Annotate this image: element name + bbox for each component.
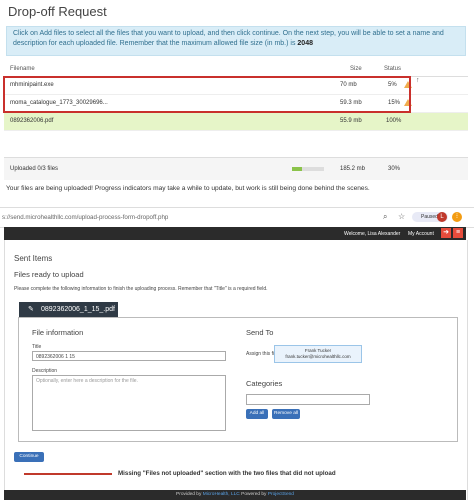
avatar[interactable]: L [437, 212, 447, 222]
zoom-icon[interactable]: ⌕ [383, 212, 387, 222]
star-icon[interactable]: ☆ [398, 212, 405, 221]
hamburger-icon[interactable]: ≡ [453, 228, 463, 238]
recipient-email: frank.tucker@microhealthllc.com [285, 354, 351, 359]
uploaded-count: Uploaded 0/3 files [10, 166, 59, 172]
description-textarea[interactable]: Optionally, enter here a description for… [32, 375, 226, 431]
failed-files-highlight [3, 76, 411, 113]
browser-bar: s://send.microhealthllc.com/upload-proce… [0, 207, 474, 228]
page-footer: Provided by MicroHealth, LLC Powered by … [4, 490, 466, 500]
continue-button[interactable]: Continue [14, 452, 44, 462]
section-title: Sent Items [14, 254, 53, 263]
page-title: Drop-off Request [8, 4, 107, 19]
subsection-title: Files ready to upload [14, 270, 84, 279]
file-tab-label: 0892362006_1_15_.pdf [41, 306, 115, 313]
file-info-heading: File information [32, 328, 84, 337]
send-to-heading: Send To [246, 328, 274, 337]
upload-message: Your files are being uploaded! Progress … [6, 185, 370, 192]
file-tab[interactable]: ✎ 0892362006_1_15_.pdf [19, 302, 118, 317]
arrow-up-icon: ↑ [416, 77, 420, 84]
recipient-chip[interactable]: Frank Tucker frank.tucker@microhealthllc… [274, 345, 362, 363]
categories-heading: Categories [246, 379, 283, 388]
table-footer: Uploaded 0/3 files 185.2 mb 30% [4, 157, 468, 180]
total-status: 30% [388, 166, 401, 172]
my-account-link[interactable]: My Account [408, 231, 434, 237]
logout-icon[interactable]: ➜ [441, 228, 451, 238]
footer-company-link[interactable]: MicroHealth, LLC [203, 492, 240, 497]
col-filename: Filename [10, 66, 35, 72]
app-topbar: Welcome, Lisa Alexander My Account ➜ ≡ [4, 227, 466, 240]
annotation-text: Missing "Files not uploaded" section wit… [118, 470, 336, 477]
table-row: 0892362006.pdf 55.9 mb 100% [4, 113, 468, 131]
title-label: Title [32, 344, 42, 350]
instructions: Please complete the following informatio… [14, 286, 268, 292]
table-spacer [4, 131, 468, 157]
url-bar[interactable]: s://send.microhealthllc.com/upload-proce… [2, 214, 168, 221]
title-input[interactable]: 0892362006 1 15 [32, 351, 226, 361]
paused-label: Paused [421, 214, 438, 220]
categories-select[interactable] [246, 394, 370, 405]
max-size: 2048 [297, 40, 313, 47]
file-status: 100% [386, 118, 402, 124]
annotation-line [24, 473, 112, 475]
footer-product-link[interactable]: ProjectSend [268, 492, 294, 497]
description-label: Description [32, 368, 58, 374]
remove-all-button[interactable]: Remove all [272, 409, 300, 419]
total-progress-bar [292, 167, 324, 171]
table-header: Filename Size Status [4, 62, 468, 77]
progress-fill [292, 167, 302, 171]
footer-prefix: Provided by [176, 492, 202, 497]
welcome-text: Welcome, Lisa Alexander [344, 231, 401, 237]
footer-powered: Powered by [241, 492, 267, 497]
info-text: Click on Add files to select all the fil… [13, 30, 444, 47]
col-size: Size [350, 66, 362, 72]
col-status: Status [384, 66, 402, 72]
add-all-button[interactable]: Add all [246, 409, 268, 419]
file-name: 0892362006.pdf [10, 118, 54, 124]
menu-icon[interactable]: ⁝ [452, 212, 462, 222]
info-box: Click on Add files to select all the fil… [6, 26, 466, 56]
total-size: 185.2 mb [340, 166, 366, 172]
pencil-icon: ✎ [28, 306, 34, 313]
file-size: 55.9 mb [340, 118, 362, 124]
